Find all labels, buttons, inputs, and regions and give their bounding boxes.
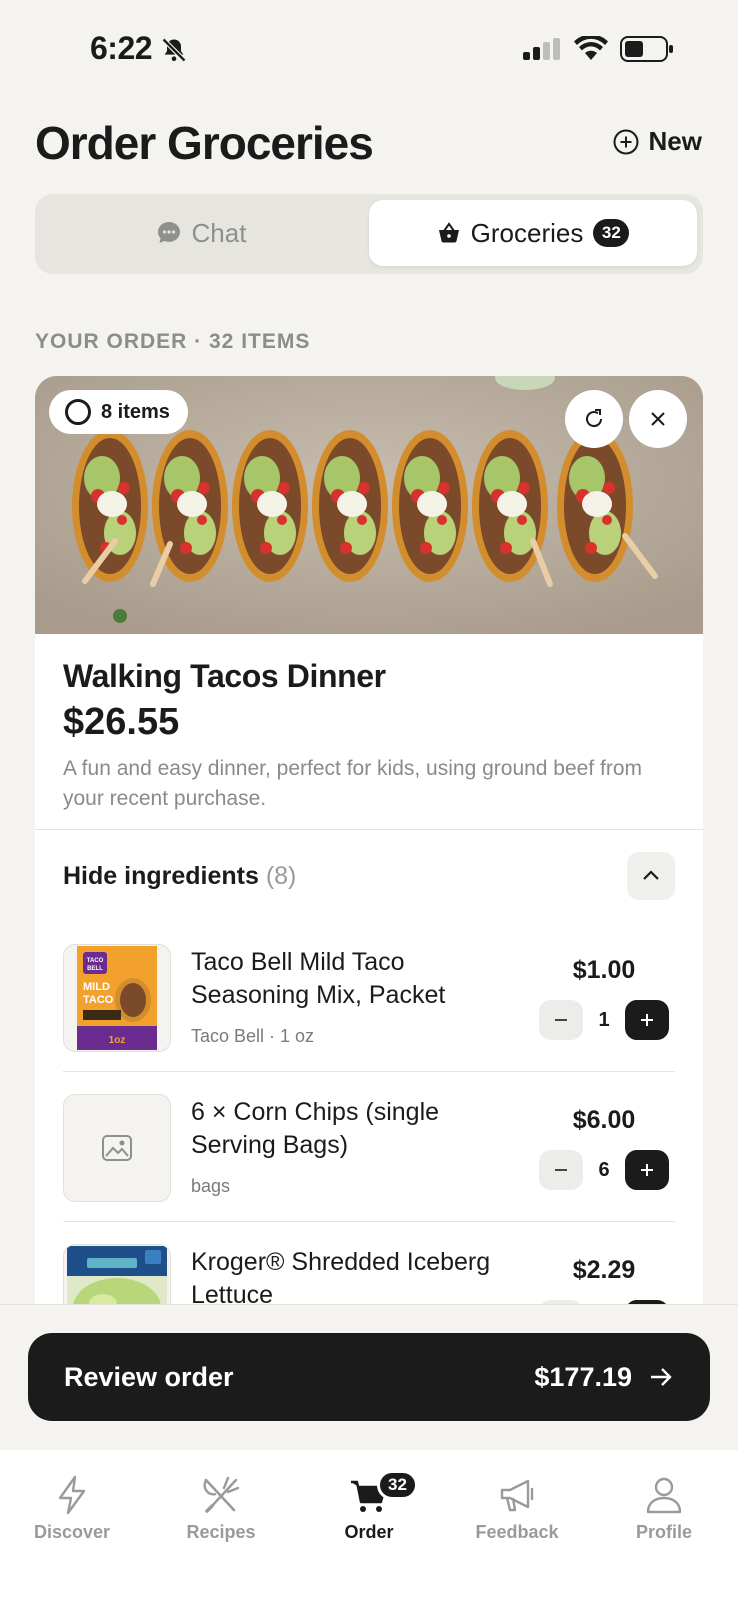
meal-card: 8 items Walking Tacos Dinner $26.55 A fu… bbox=[35, 376, 703, 1304]
lightning-icon bbox=[58, 1475, 86, 1515]
tab-discover-label: Discover bbox=[33, 1522, 111, 1542]
ingredient-meta: bags bbox=[191, 1176, 231, 1196]
swap-meal-button[interactable] bbox=[565, 390, 623, 448]
quantity-value: 6 bbox=[598, 1158, 610, 1181]
ingredient-price: $2.29 bbox=[572, 1256, 636, 1284]
cellular-signal-icon bbox=[523, 38, 560, 60]
ingredient-thumbnail bbox=[63, 1094, 171, 1202]
bottom-tab-bar: Discover Recipes 32 Order Feedback Profi… bbox=[0, 1450, 738, 1600]
page-title: Order Groceries bbox=[35, 117, 374, 169]
megaphone-icon bbox=[500, 1479, 534, 1512]
chat-bubble-icon bbox=[157, 222, 180, 243]
person-icon bbox=[646, 1477, 682, 1514]
close-icon bbox=[651, 412, 665, 426]
meal-items-pill[interactable]: 8 items bbox=[49, 390, 188, 434]
bell-muted-icon bbox=[161, 37, 187, 63]
ingredient-price: $1.00 bbox=[572, 956, 636, 984]
minus-icon bbox=[555, 1019, 567, 1021]
meal-description: A fun and easy dinner, perfect for kids,… bbox=[63, 757, 643, 810]
ingredient-row[interactable]: 6 × Corn Chips (single Serving Bags) bag… bbox=[63, 1072, 675, 1222]
view-segmented-control: Chat Groceries 32 bbox=[35, 194, 703, 274]
tab-feedback[interactable]: Feedback bbox=[447, 1474, 587, 1543]
tab-profile[interactable]: Profile bbox=[594, 1474, 734, 1543]
ingredient-name: 6 × Corn Chips (single Serving Bags) bbox=[191, 1098, 440, 1159]
groceries-count-badge: 32 bbox=[593, 219, 630, 247]
image-placeholder-icon bbox=[102, 1135, 132, 1161]
ingredient-row[interactable]: TACO BELL MILD TACO 1oz Taco Bell Mild T… bbox=[63, 922, 675, 1072]
review-order-total-group: $177.19 bbox=[534, 1362, 674, 1393]
tab-profile-label: Profile bbox=[635, 1522, 692, 1542]
ingredient-name: Kroger® Shredded Iceberg Lettuce bbox=[191, 1248, 491, 1304]
ingredient-row[interactable]: Kroger® Shredded Iceberg Lettuce $2.29 bbox=[63, 1222, 675, 1304]
meal-price: $26.55 bbox=[63, 701, 180, 743]
decrease-quantity-button[interactable] bbox=[539, 1150, 583, 1190]
chevron-up-icon bbox=[643, 870, 659, 880]
meal-details: Walking Tacos Dinner $26.55 A fun and ea… bbox=[35, 634, 703, 830]
battery-icon bbox=[620, 36, 673, 62]
svg-text:BELL: BELL bbox=[87, 966, 103, 972]
tab-feedback-label: Feedback bbox=[475, 1522, 559, 1542]
meal-items-count: 8 items bbox=[101, 400, 170, 423]
tab-chat-label: Chat bbox=[191, 217, 247, 248]
decrease-quantity-button[interactable] bbox=[539, 1000, 583, 1040]
quantity-value: 1 bbox=[598, 1008, 610, 1031]
tab-recipes[interactable]: Recipes bbox=[151, 1474, 291, 1543]
status-time: 6:22 bbox=[90, 30, 153, 66]
ingredients-count: (8) bbox=[265, 861, 297, 890]
order-scroll-area[interactable]: 8 items Walking Tacos Dinner $26.55 A fu… bbox=[0, 376, 738, 1304]
increase-quantity-button[interactable] bbox=[625, 1150, 669, 1190]
refresh-icon bbox=[586, 409, 603, 428]
tab-groceries[interactable]: Groceries 32 bbox=[369, 200, 697, 266]
meal-hero-image: 8 items bbox=[35, 376, 703, 634]
ingredients-toggle[interactable]: Hide ingredients (8) bbox=[35, 830, 703, 922]
minus-icon bbox=[555, 1169, 567, 1171]
review-order-label: Review order bbox=[64, 1361, 234, 1392]
increase-quantity-button[interactable] bbox=[625, 1000, 669, 1040]
tab-order-label: Order bbox=[344, 1522, 394, 1542]
svg-text:MILD: MILD bbox=[83, 981, 110, 993]
tab-groceries-label: Groceries bbox=[470, 217, 584, 248]
plus-icon bbox=[641, 1014, 653, 1026]
taco-seasoning-packet-image: TACO BELL MILD TACO 1oz bbox=[77, 946, 157, 1050]
ingredient-list: TACO BELL MILD TACO 1oz Taco Bell Mild T… bbox=[35, 922, 703, 1304]
select-circle-icon bbox=[65, 399, 91, 425]
collapse-ingredients-button[interactable] bbox=[627, 852, 675, 900]
new-order-label: New bbox=[648, 126, 702, 156]
basket-icon bbox=[438, 222, 459, 243]
order-total: $177.19 bbox=[534, 1361, 632, 1392]
wifi-icon bbox=[574, 36, 608, 60]
quantity-stepper: 6 bbox=[539, 1150, 669, 1190]
ingredient-thumbnail bbox=[63, 1244, 171, 1304]
tab-chat[interactable]: Chat bbox=[41, 200, 361, 266]
svg-text:TACO: TACO bbox=[87, 958, 104, 964]
cart-count-badge: 32 bbox=[377, 1470, 418, 1500]
arrow-right-icon bbox=[651, 1368, 672, 1386]
fork-knife-icon bbox=[203, 1476, 240, 1513]
plus-circle-icon bbox=[613, 129, 639, 154]
meal-title: Walking Tacos Dinner bbox=[63, 658, 386, 694]
tab-order[interactable]: 32 Order bbox=[299, 1470, 439, 1543]
order-section-label: YOUR ORDER · 32 ITEMS bbox=[35, 330, 311, 353]
svg-text:1oz: 1oz bbox=[109, 1035, 126, 1046]
ingredient-name: Taco Bell Mild Taco Seasoning Mix, Packe… bbox=[191, 948, 446, 1009]
ingredients-toggle-text: Hide ingredients bbox=[63, 861, 259, 890]
new-order-button[interactable]: New bbox=[613, 126, 702, 157]
tab-recipes-label: Recipes bbox=[186, 1522, 256, 1542]
quantity-stepper: 1 bbox=[539, 1000, 669, 1040]
remove-meal-button[interactable] bbox=[629, 390, 687, 448]
review-order-button[interactable]: Review order $177.19 bbox=[28, 1333, 710, 1421]
ingredients-toggle-label: Hide ingredients (8) bbox=[63, 862, 296, 891]
checkout-footer: Review order $177.19 bbox=[0, 1304, 738, 1450]
ingredient-meta: Taco Bell · 1 oz bbox=[191, 1026, 315, 1046]
ingredient-thumbnail: TACO BELL MILD TACO 1oz bbox=[63, 944, 171, 1052]
status-bar: 6:22 bbox=[0, 0, 738, 100]
tab-discover[interactable]: Discover bbox=[2, 1474, 142, 1543]
shredded-lettuce-bag-image bbox=[67, 1246, 167, 1304]
plus-icon bbox=[641, 1164, 653, 1176]
svg-text:TACO: TACO bbox=[83, 994, 114, 1006]
ingredient-price: $6.00 bbox=[572, 1106, 636, 1134]
